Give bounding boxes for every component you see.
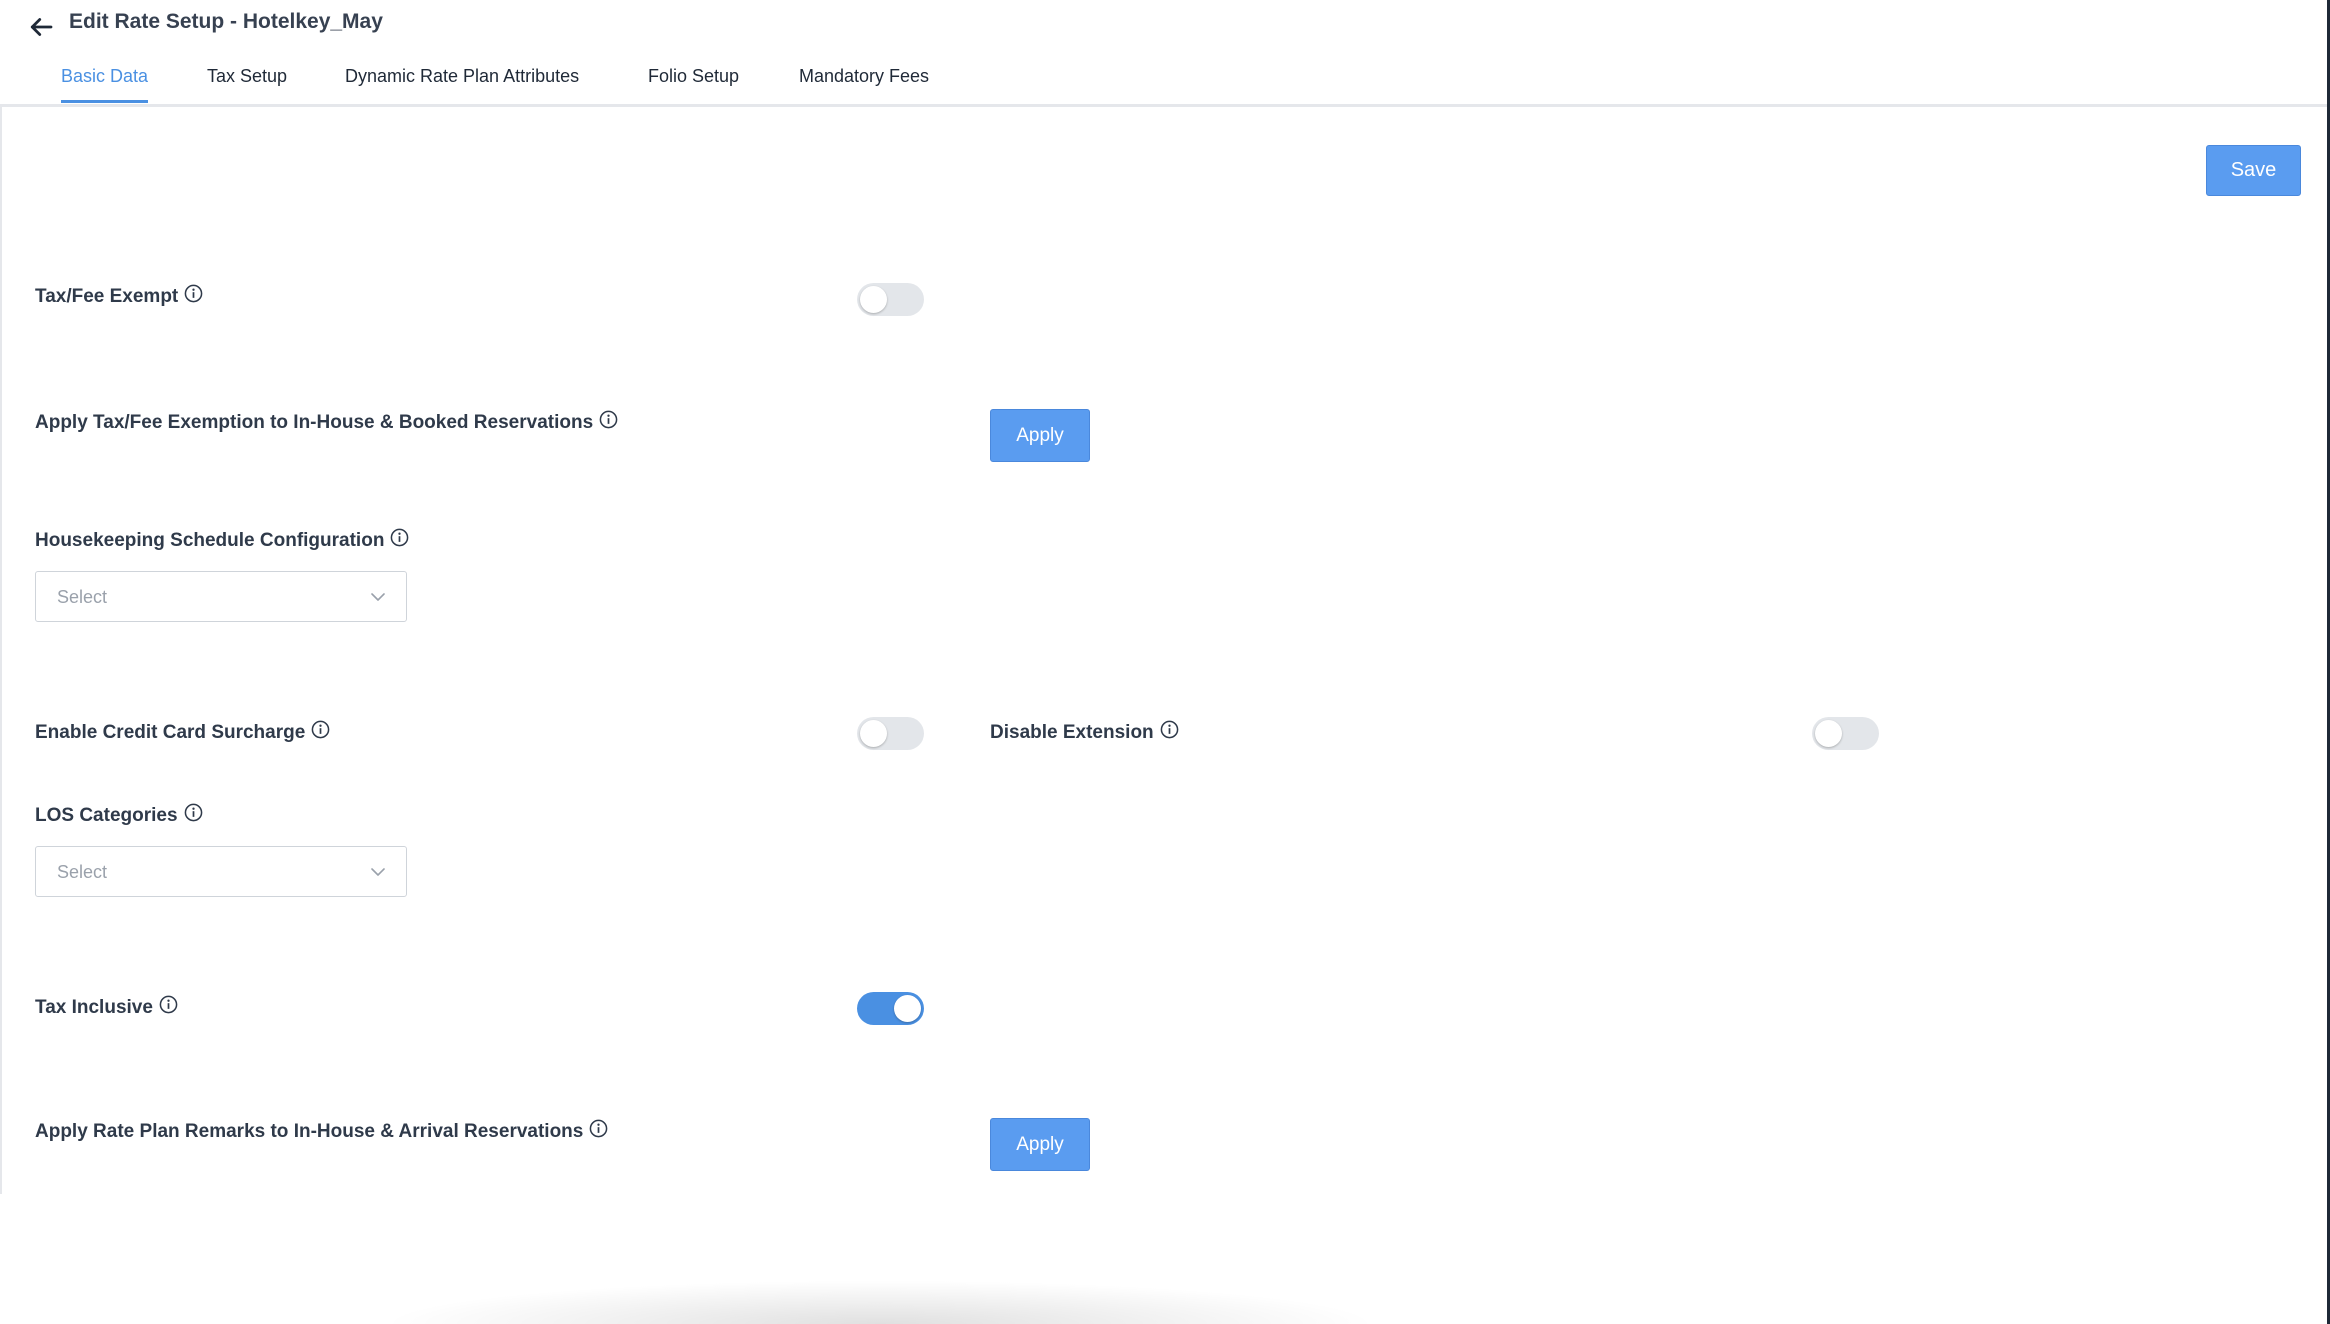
page-header: Edit Rate Setup - Hotelkey_May Basic Dat…: [0, 0, 2330, 107]
info-icon[interactable]: [184, 803, 203, 822]
back-arrow-icon[interactable]: [26, 12, 56, 42]
apply-tax-fee-exemption-row: Apply Tax/Fee Exemption to In-House & Bo…: [35, 410, 618, 434]
info-icon[interactable]: [599, 410, 618, 429]
content-border: [0, 104, 2, 1194]
toggle-knob: [860, 720, 887, 747]
chevron-down-icon: [370, 864, 386, 880]
tab-dynamic-rate-plan-attributes[interactable]: Dynamic Rate Plan Attributes: [345, 66, 579, 100]
los-categories-select[interactable]: Select: [35, 846, 407, 897]
tax-fee-exempt-row: Tax/Fee Exempt: [35, 284, 203, 308]
credit-card-surcharge-label: Enable Credit Card Surcharge: [35, 722, 306, 743]
los-categories-label: LOS Categories: [35, 805, 178, 826]
info-icon[interactable]: [311, 720, 330, 739]
save-button[interactable]: Save: [2206, 145, 2301, 196]
housekeeping-schedule-label: Housekeeping Schedule Configuration: [35, 530, 385, 551]
tax-fee-exempt-label: Tax/Fee Exempt: [35, 286, 179, 307]
info-icon[interactable]: [184, 284, 203, 303]
housekeeping-schedule-select[interactable]: Select: [35, 571, 407, 622]
select-placeholder: Select: [57, 587, 108, 607]
tax-fee-exempt-toggle[interactable]: [857, 283, 924, 316]
disable-extension-label: Disable Extension: [990, 722, 1154, 743]
apply-tax-fee-exemption-button[interactable]: Apply: [990, 409, 1090, 462]
apply-tax-fee-exemption-label: Apply Tax/Fee Exemption to In-House & Bo…: [35, 412, 594, 433]
credit-card-surcharge-row: Enable Credit Card Surcharge: [35, 720, 330, 744]
chevron-down-icon: [370, 589, 386, 605]
tab-mandatory-fees[interactable]: Mandatory Fees: [799, 66, 929, 100]
disable-extension-row: Disable Extension: [990, 720, 1179, 744]
info-icon[interactable]: [1160, 720, 1179, 739]
info-icon[interactable]: [390, 528, 409, 547]
los-categories-row: LOS Categories: [35, 803, 203, 827]
tab-basic-data[interactable]: Basic Data: [61, 66, 149, 103]
info-icon[interactable]: [159, 995, 178, 1014]
tax-inclusive-toggle[interactable]: [857, 992, 924, 1025]
apply-rate-plan-remarks-button[interactable]: Apply: [990, 1118, 1090, 1171]
page-title: Edit Rate Setup - Hotelkey_May: [69, 10, 383, 33]
disable-extension-toggle[interactable]: [1812, 717, 1879, 750]
toggle-knob: [894, 995, 921, 1022]
toggle-knob: [860, 286, 887, 313]
apply-rate-plan-remarks-label: Apply Rate Plan Remarks to In-House & Ar…: [35, 1121, 584, 1142]
credit-card-surcharge-toggle[interactable]: [857, 717, 924, 750]
select-placeholder: Select: [57, 862, 108, 882]
apply-rate-plan-remarks-row: Apply Rate Plan Remarks to In-House & Ar…: [35, 1119, 608, 1143]
bottom-shadow: [380, 1280, 1380, 1324]
tab-tax-setup[interactable]: Tax Setup: [207, 66, 287, 100]
toggle-knob: [1815, 720, 1842, 747]
tax-inclusive-row: Tax Inclusive: [35, 995, 178, 1019]
tax-inclusive-label: Tax Inclusive: [35, 997, 153, 1018]
info-icon[interactable]: [589, 1119, 608, 1138]
housekeeping-schedule-row: Housekeeping Schedule Configuration: [35, 528, 409, 552]
tab-folio-setup[interactable]: Folio Setup: [648, 66, 739, 100]
